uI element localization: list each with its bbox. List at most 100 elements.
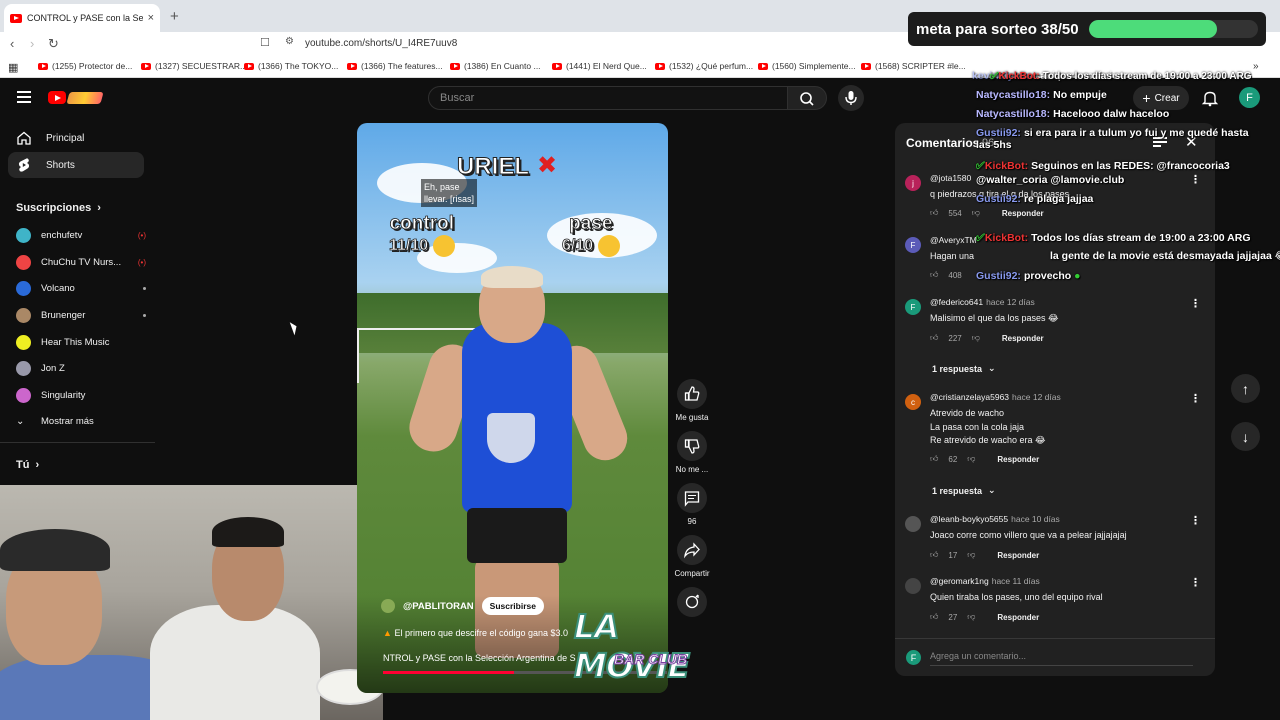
comment-avatar[interactable]: F <box>905 299 921 315</box>
reply-button[interactable]: Responder <box>1002 209 1044 218</box>
you-section-heading[interactable]: Tú › <box>16 459 39 471</box>
next-short-button[interactable]: ↓ <box>1231 422 1260 451</box>
more-options-icon[interactable]: ⋮ <box>1190 514 1201 527</box>
channel-handle[interactable]: @PABLITORAN <box>403 601 474 612</box>
site-info-icon[interactable]: ⚙ <box>285 36 294 47</box>
search-button[interactable] <box>787 86 827 110</box>
video-title-text[interactable]: NTROL y PASE con la Selección Argentina … <box>383 653 576 663</box>
chat-message: ✅︎KickBot: Todos los días stream de 19:00… <box>976 232 1251 244</box>
dislike-icon[interactable]: 👎︎ <box>967 454 975 464</box>
bookmark-item[interactable]: (1441) El Nerd Que... <box>552 61 647 71</box>
bookmark-item[interactable]: (1532) ¿Qué perfum... <box>655 61 753 71</box>
forward-icon[interactable]: › <box>30 36 34 51</box>
like-icon[interactable]: 👍︎ <box>930 270 938 280</box>
subscriptions-heading[interactable]: Suscripciones › <box>16 202 101 214</box>
subscription-channel[interactable]: Jon Z <box>16 358 146 378</box>
dislike-icon[interactable]: 👎︎ <box>967 612 975 622</box>
notifications-button[interactable] <box>1200 88 1220 108</box>
menu-icon[interactable] <box>17 91 31 103</box>
reply-button[interactable]: Responder <box>997 551 1039 560</box>
bookmark-item[interactable]: (1560) Simplemente... <box>758 61 856 71</box>
youtube-favicon-icon <box>861 62 871 70</box>
sidebar-item-shorts[interactable]: Shorts <box>8 152 144 178</box>
more-bookmarks-icon[interactable]: » <box>1253 61 1259 72</box>
add-comment-input[interactable]: Agrega un comentario... <box>930 651 1193 666</box>
youtube-favicon-icon <box>347 62 357 70</box>
reply-button[interactable]: Responder <box>1002 334 1044 343</box>
subscription-channel[interactable]: enchufetv (•) <box>16 225 146 245</box>
comment-author[interactable]: @leanb-boykyo5655 hace 10 días <box>930 514 1060 524</box>
comment-author[interactable]: @federico641 hace 12 días <box>930 297 1035 307</box>
tab-close-button[interactable]: × <box>148 12 154 24</box>
more-options-icon[interactable]: ⋮ <box>1190 297 1201 310</box>
new-tab-button[interactable]: + <box>170 8 179 25</box>
goal-label: meta para sorteo 38/50 <box>916 20 1079 38</box>
reply-button[interactable]: Responder <box>997 455 1039 464</box>
dislike-icon[interactable]: 👎︎ <box>972 208 980 218</box>
user-avatar: F <box>906 650 921 665</box>
sidebar-item-principal[interactable]: Principal <box>8 125 144 151</box>
apps-icon[interactable]: ▦ <box>8 61 18 74</box>
comment-avatar[interactable] <box>905 516 921 532</box>
youtube-logo[interactable] <box>48 90 104 106</box>
more-options-icon[interactable]: ⋮ <box>1190 576 1201 589</box>
bookmark-item[interactable]: (1366) The TOKYO... <box>244 61 338 71</box>
create-button[interactable]: + Crear <box>1133 86 1189 110</box>
more-options-icon[interactable]: ⋮ <box>1190 392 1201 405</box>
previous-short-button[interactable]: ↑ <box>1231 374 1260 403</box>
like-icon[interactable]: 👍︎ <box>930 612 938 622</box>
bookmark-item[interactable]: (1255) Protector de... <box>38 61 132 71</box>
comment-author[interactable]: @jota1580 <box>930 173 971 183</box>
dislike-icon[interactable]: 👎︎ <box>972 333 980 343</box>
reply-button[interactable]: Responder <box>997 613 1039 622</box>
bookmark-item[interactable]: (1327) SECUESTRAR... <box>141 61 247 71</box>
reload-icon[interactable]: ↻ <box>48 36 59 52</box>
channel-avatar <box>16 254 31 270</box>
channel-avatar[interactable] <box>381 599 395 613</box>
comment-author[interactable]: @cristianzelaya5963 hace 12 días <box>930 392 1061 402</box>
comment-avatar[interactable]: j <box>905 175 921 191</box>
like-icon[interactable]: 👍︎ <box>930 550 938 560</box>
bookmark-item[interactable]: (1366) The features... <box>347 61 443 71</box>
chevron-down-icon: ⌄ <box>988 363 996 373</box>
comments-button[interactable]: 96 <box>672 483 712 526</box>
bookmark-item[interactable]: (1386) En Cuanto ... <box>450 61 541 71</box>
replies-toggle[interactable]: 1 respuesta ⌄ <box>932 485 996 496</box>
more-options-icon[interactable]: ⋮ <box>1190 173 1201 186</box>
like-icon[interactable]: 👍︎ <box>930 333 938 343</box>
dislike-button[interactable]: No me ... <box>672 431 712 474</box>
dislike-icon[interactable]: 👎︎ <box>967 550 975 560</box>
subscription-channel[interactable]: Singularity <box>16 385 146 405</box>
comment-author[interactable]: @AveryxTM <box>930 235 977 245</box>
video-description[interactable]: ▲ El primero que descifre el código gana… <box>383 628 568 638</box>
like-icon[interactable]: 👍︎ <box>930 208 938 218</box>
stream-goal-overlay: meta para sorteo 38/50 <box>908 12 1266 46</box>
bookmark-item[interactable]: (1568) SCRIPTER #le... <box>861 61 966 71</box>
subscribe-button[interactable]: Suscribirse <box>481 597 544 615</box>
show-more-button[interactable]: ⌄ Mostrar más <box>16 411 146 431</box>
tab-title: CONTROL y PASE con la Selec <box>27 13 143 23</box>
comment-actions: 👍︎ 17 👎︎ Responder <box>930 550 1040 560</box>
voice-search-button[interactable] <box>838 85 864 111</box>
account-avatar[interactable]: F <box>1239 87 1260 108</box>
comment-avatar[interactable] <box>905 578 921 594</box>
chat-message: Gustii92: si era para ir a tulum yo fui y… <box>976 127 1249 151</box>
browser-tab[interactable]: CONTROL y PASE con la Selec × <box>4 4 160 32</box>
replies-toggle[interactable]: 1 respuesta ⌄ <box>932 363 996 374</box>
subscription-channel[interactable]: Volcano <box>16 278 146 298</box>
like-icon[interactable]: 👍︎ <box>930 454 938 464</box>
like-button[interactable]: Me gusta <box>672 379 712 422</box>
search-input[interactable]: Buscar <box>428 86 788 110</box>
comment-author[interactable]: @geromark1ng hace 11 días <box>930 576 1040 586</box>
share-button[interactable]: Compartir <box>672 535 712 578</box>
comment-avatar[interactable]: F <box>905 237 921 253</box>
back-icon[interactable]: ‹ <box>10 36 14 51</box>
subscription-channel[interactable]: ChuChu TV Nurs... (•) <box>16 252 146 272</box>
subscription-channel[interactable]: Brunenger <box>16 305 146 325</box>
comment-avatar[interactable]: c <box>905 394 921 410</box>
url-field[interactable]: youtube.com/shorts/U_I4RE7uuv8 <box>305 38 457 49</box>
subscription-channel[interactable]: Hear This Music <box>16 332 146 352</box>
bookmark-icon[interactable]: ☐ <box>260 36 270 49</box>
player-hair <box>481 266 543 288</box>
live-icon: (•) <box>137 257 146 267</box>
